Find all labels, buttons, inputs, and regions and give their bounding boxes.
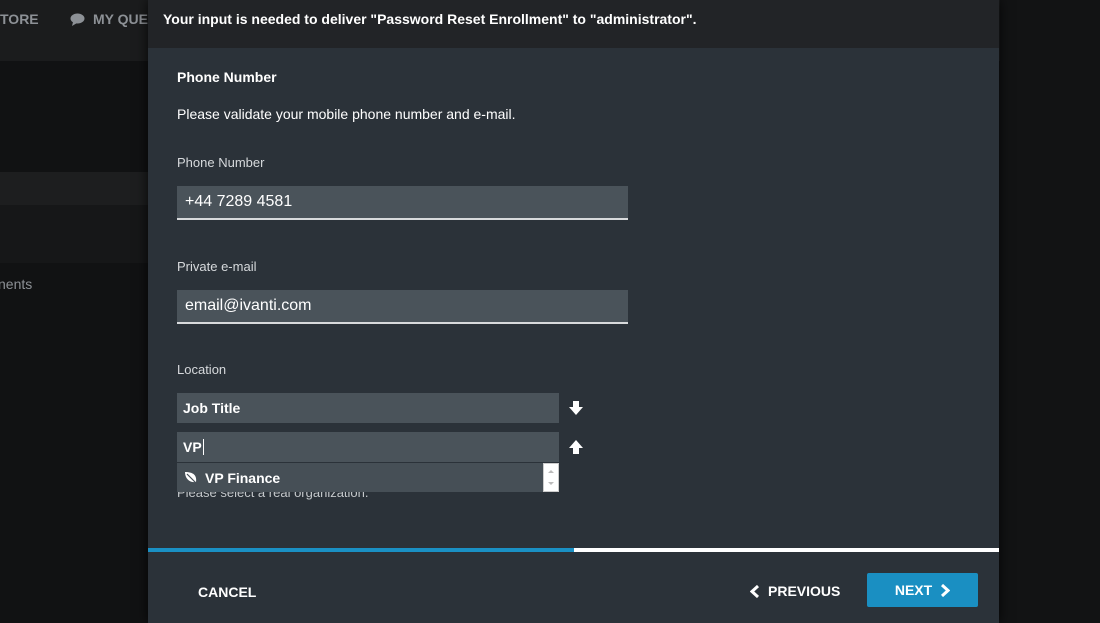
request-dialog: Your input is needed to deliver "Passwor… xyxy=(148,0,999,623)
scroll-down-icon[interactable] xyxy=(548,482,554,485)
location-level2-input[interactable]: VP xyxy=(177,432,559,462)
suggestion-item[interactable]: VP Finance xyxy=(177,463,543,492)
suggestion-label: VP Finance xyxy=(205,469,281,486)
section-title: Phone Number xyxy=(177,69,277,85)
sidebar-row[interactable] xyxy=(0,205,148,263)
private-email-label: Private e-mail xyxy=(177,259,257,274)
location-level2-value: VP xyxy=(183,439,202,455)
next-label: NEXT xyxy=(894,582,933,598)
leaf-icon xyxy=(185,471,198,484)
wizard-progress-bar xyxy=(148,548,999,552)
cancel-button[interactable]: CANCEL xyxy=(198,584,256,600)
arrow-up-icon[interactable] xyxy=(568,439,584,455)
background-right xyxy=(1000,0,1100,623)
wizard-progress-fill xyxy=(148,548,574,552)
section-description: Please validate your mobile phone number… xyxy=(177,106,516,122)
location-level1-value: Job Title xyxy=(183,400,241,416)
text-cursor xyxy=(202,439,204,455)
location-level1-input[interactable]: Job Title xyxy=(177,393,559,423)
dropdown-scrollbar[interactable] xyxy=(543,463,559,492)
sidebar-row[interactable] xyxy=(0,172,148,205)
chat-bubble-icon xyxy=(70,13,85,26)
scroll-up-icon[interactable] xyxy=(548,470,554,473)
arrow-down-icon[interactable] xyxy=(568,400,584,416)
dialog-header: Your input is needed to deliver "Passwor… xyxy=(148,0,999,48)
phone-number-label: Phone Number xyxy=(177,155,265,170)
nav-item-my-queue[interactable]: MY QUEU xyxy=(70,11,158,27)
location-label: Location xyxy=(177,362,227,377)
chevron-right-icon xyxy=(941,583,951,597)
previous-label: PREVIOUS xyxy=(768,583,841,599)
chevron-left-icon xyxy=(750,584,760,598)
sidebar-item-label[interactable]: nents xyxy=(0,276,32,292)
phone-number-input[interactable] xyxy=(177,186,628,220)
nav-item-store[interactable]: TORE xyxy=(0,11,39,27)
cancel-label: CANCEL xyxy=(198,584,257,600)
location-suggestions-dropdown: VP Finance xyxy=(177,463,559,492)
dialog-body: Phone Number Please validate your mobile… xyxy=(148,48,999,548)
private-email-input[interactable] xyxy=(177,290,628,324)
previous-button[interactable]: PREVIOUS xyxy=(750,583,840,599)
next-button[interactable]: NEXT xyxy=(867,573,978,607)
